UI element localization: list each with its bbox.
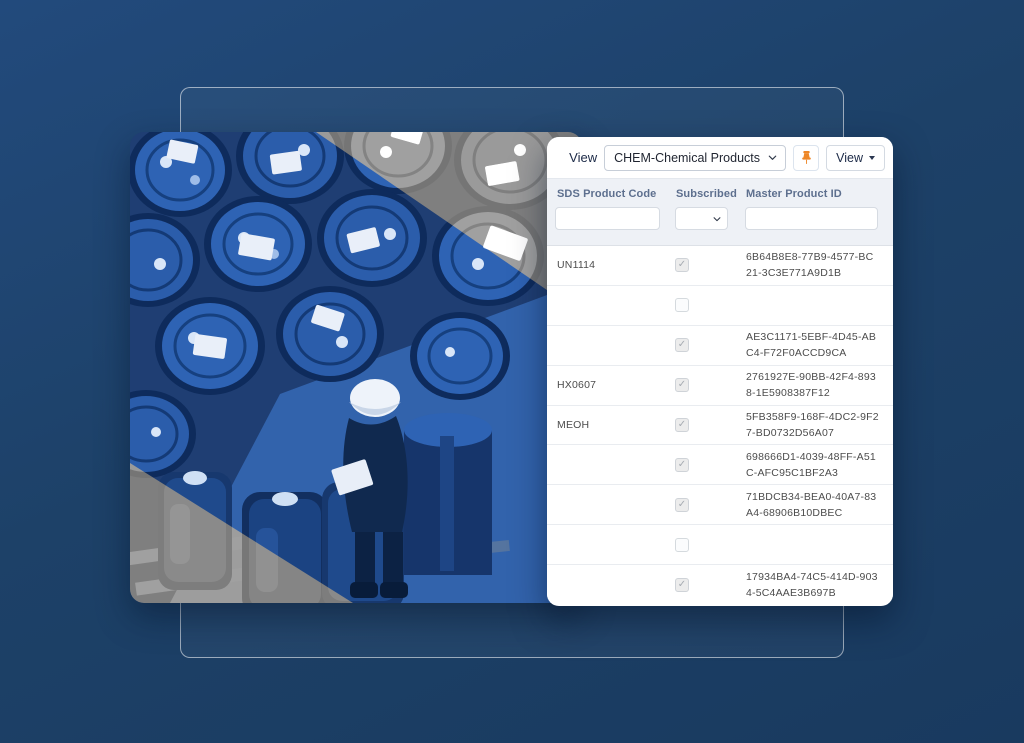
table-row[interactable]: ✓ AE3C1171-5EBF-4D45-ABC4-F72F0ACCD9CA [547, 326, 893, 366]
hero-photo-chemical-drums [130, 132, 582, 603]
sds-product-code-filter-input[interactable] [555, 207, 660, 230]
subscribed-checkbox[interactable]: ✓ [675, 378, 689, 392]
master-product-id-cell: 6B64B8E8-77B9-4577-BC21-3C3E771A9D1B [740, 249, 893, 281]
table-row[interactable]: ✓ 17934BA4-74C5-414D-9034-5C4AAE3B697B [547, 565, 893, 605]
master-product-id-cell: 2761927E-90BB-42F4-8938-1E5908387F12 [740, 369, 893, 401]
master-product-id-cell: 5FB358F9-168F-4DC2-9F27-BD0732D56A07 [740, 409, 893, 441]
view-select[interactable]: CHEM-Chemical Products [604, 145, 786, 171]
subscribed-checkbox[interactable]: ✓ [675, 458, 689, 472]
master-product-id-cell: 71BDCB34-BEA0-40A7-83A4-68906B10DBEC [740, 489, 893, 521]
table-row[interactable] [547, 286, 893, 326]
column-header-sds-product-code: SDS Product Code [547, 188, 672, 200]
chevron-down-icon [712, 214, 722, 224]
pin-view-button[interactable] [793, 145, 819, 171]
column-header-subscribed: Subscribed [672, 188, 740, 200]
subscribed-checkbox[interactable]: ✓ [675, 418, 689, 432]
subscribed-filter-select[interactable] [675, 207, 728, 230]
subscribed-checkbox[interactable]: ✓ [675, 338, 689, 352]
table-row[interactable]: MEOH ✓ 5FB358F9-168F-4DC2-9F27-BD0732D56… [547, 406, 893, 446]
table-row[interactable]: ✓ 71BDCB34-BEA0-40A7-83A4-68906B10DBEC [547, 485, 893, 525]
subscribed-checkbox[interactable]: ✓ [675, 578, 689, 592]
drums-photo-illustration [130, 132, 582, 603]
subscribed-checkbox[interactable]: ✓ [675, 498, 689, 512]
column-headers: SDS Product Code Subscribed Master Produ… [547, 188, 893, 200]
view-menu-label: View [836, 151, 863, 165]
subscribed-checkbox[interactable] [675, 298, 689, 312]
master-product-id-cell: 698666D1-4039-48FF-A51C-AFC95C1BF2A3 [740, 449, 893, 481]
view-menu-button[interactable]: View [826, 145, 885, 171]
subscribed-checkbox[interactable] [675, 538, 689, 552]
pushpin-icon [799, 150, 814, 165]
sds-product-code-cell: HX0607 [547, 379, 672, 391]
table-row[interactable]: HX0607 ✓ 2761927E-90BB-42F4-8938-1E59083… [547, 366, 893, 406]
view-label: View [569, 150, 597, 165]
subscribed-checkbox[interactable]: ✓ [675, 258, 689, 272]
sds-product-code-cell: MEOH [547, 419, 672, 431]
table-body: UN1114 ✓ 6B64B8E8-77B9-4577-BC21-3C3E771… [547, 246, 893, 606]
view-select-value: CHEM-Chemical Products [614, 151, 760, 165]
chevron-down-icon [767, 152, 778, 163]
table-header-and-filters: SDS Product Code Subscribed Master Produ… [547, 178, 893, 246]
filter-row [547, 207, 893, 230]
master-product-id-cell: AE3C1171-5EBF-4D45-ABC4-F72F0ACCD9CA [740, 329, 893, 361]
sds-product-code-cell: UN1114 [547, 259, 672, 271]
products-table-card: View CHEM-Chemical Products View SDS Pro… [547, 137, 893, 606]
table-row[interactable] [547, 525, 893, 565]
column-header-master-product-id: Master Product ID [740, 188, 893, 200]
table-toolbar: View CHEM-Chemical Products View [547, 137, 893, 178]
master-product-id-cell: 17934BA4-74C5-414D-9034-5C4AAE3B697B [740, 569, 893, 601]
master-product-id-filter-input[interactable] [745, 207, 878, 230]
caret-down-icon [869, 156, 875, 160]
table-row[interactable]: UN1114 ✓ 6B64B8E8-77B9-4577-BC21-3C3E771… [547, 246, 893, 286]
table-row[interactable]: ✓ 698666D1-4039-48FF-A51C-AFC95C1BF2A3 [547, 445, 893, 485]
